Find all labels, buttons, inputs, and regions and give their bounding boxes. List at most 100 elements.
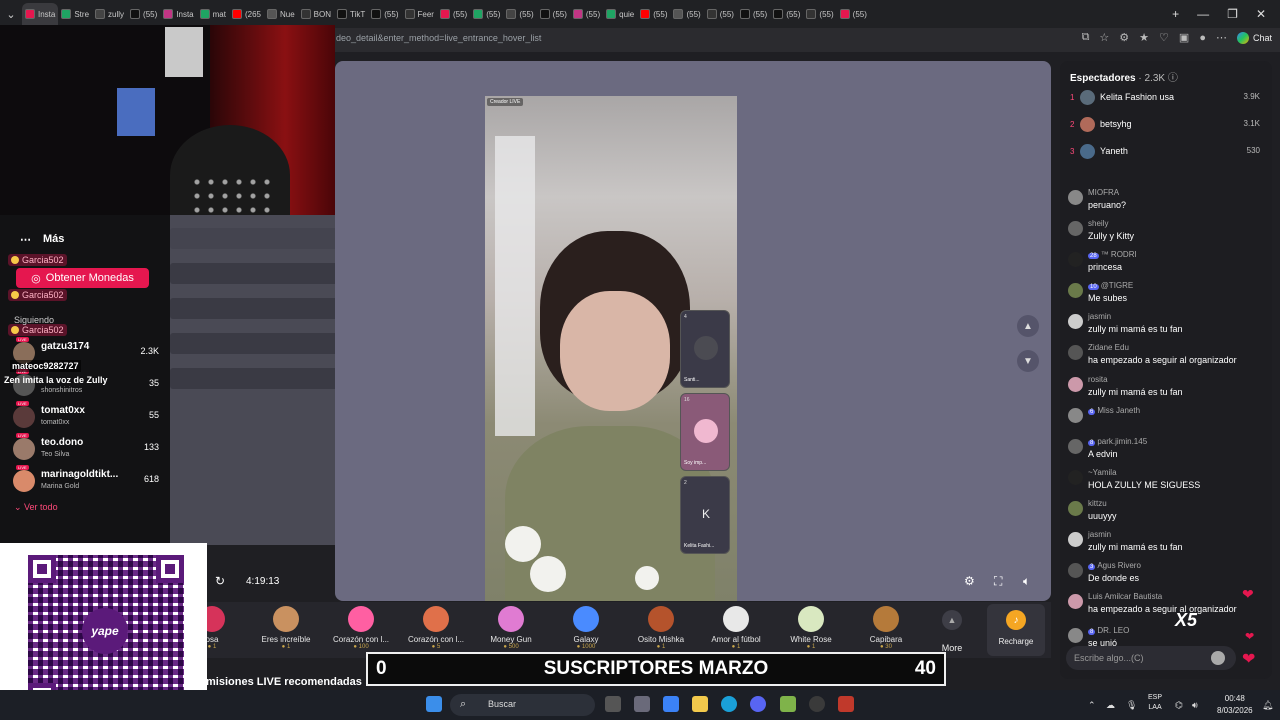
- refresh-icon[interactable]: ↻: [215, 574, 225, 588]
- info-icon[interactable]: ⓘ: [1168, 73, 1178, 84]
- emoji-icon[interactable]: [1211, 651, 1225, 665]
- chat-message[interactable]: 8 park.jimin.145 A edvin: [1066, 437, 1266, 465]
- widgets-icon[interactable]: [634, 696, 650, 712]
- previous-live-button[interactable]: ▲: [1017, 315, 1039, 337]
- collections-icon[interactable]: ▣: [1179, 31, 1189, 44]
- browser-tab[interactable]: (55): [537, 3, 570, 25]
- gift-item[interactable]: Osito Mishka ● 1: [621, 606, 701, 650]
- new-tab-icon[interactable]: +: [1172, 7, 1179, 21]
- more-icon[interactable]: ⋯: [1216, 31, 1227, 44]
- task-view-icon[interactable]: [605, 696, 621, 712]
- chat-message[interactable]: MIOFRA peruano?: [1066, 188, 1266, 216]
- browser-tab[interactable]: (265: [229, 3, 264, 25]
- gift-item[interactable]: Money Gun ● 500: [471, 606, 551, 650]
- volume-tray-icon[interactable]: 🔊︎: [1192, 700, 1198, 711]
- chat-message[interactable]: 10 @TIGRE Me subes: [1066, 281, 1266, 309]
- browser-tab[interactable]: Stre: [58, 3, 92, 25]
- chat-message[interactable]: jasmin zully mi mamá es tu fan: [1066, 530, 1266, 558]
- edge-icon[interactable]: [721, 696, 737, 712]
- browser-tab[interactable]: (55): [704, 3, 737, 25]
- guest-tile[interactable]: 16 Soy imp...: [680, 393, 730, 471]
- top-viewer-row[interactable]: 1 Kelita Fashion usa 3.9K: [1068, 89, 1264, 109]
- tiktok-studio-icon[interactable]: [838, 696, 854, 712]
- settings-icon[interactable]: ⚙: [964, 574, 975, 588]
- favorites-icon[interactable]: ★: [1139, 31, 1149, 44]
- chat-message[interactable]: 6 Miss Janeth: [1066, 406, 1266, 434]
- browser-tab[interactable]: (55): [837, 3, 870, 25]
- copilot-icon[interactable]: ♡: [1159, 31, 1169, 44]
- browser-tab[interactable]: zully: [92, 3, 127, 25]
- recharge-button[interactable]: ♪ Recharge: [987, 604, 1045, 656]
- chat-message[interactable]: Luis Amilcar Bautista ha empezado a segui…: [1066, 592, 1266, 620]
- browser-tab[interactable]: Insta: [22, 3, 59, 25]
- following-item[interactable]: LIVE teo.dono Teo Silva 133: [10, 433, 165, 464]
- browser-tab[interactable]: (55): [803, 3, 836, 25]
- top-viewer-row[interactable]: 3 Yaneth 530: [1068, 143, 1264, 163]
- url-text[interactable]: deo_detail&enter_method=live_entrance_ho…: [336, 33, 541, 43]
- gift-item[interactable]: Capibara ● 30: [846, 606, 926, 650]
- more-gifts-button[interactable]: ▲ More: [932, 606, 972, 653]
- browser-tab[interactable]: mat: [197, 3, 229, 25]
- browser-tab[interactable]: BON: [298, 3, 334, 25]
- volume-icon[interactable]: 🔈︎: [1023, 574, 1030, 589]
- browser-tab[interactable]: (55): [637, 3, 670, 25]
- windows-start-icon[interactable]: [426, 696, 442, 712]
- gift-item[interactable]: Eres increíble ● 1: [246, 606, 326, 650]
- browser-tab[interactable]: (55): [437, 3, 470, 25]
- chat-message[interactable]: rosita zully mi mamá es tu fan: [1066, 375, 1266, 403]
- more-menu-item[interactable]: ⋯ Más: [20, 233, 64, 246]
- top-viewer-row[interactable]: 2 betsyhg 3.1K: [1068, 116, 1264, 136]
- gift-item[interactable]: Amor al fútbol ● 1: [696, 606, 776, 650]
- following-item[interactable]: LIVE marinagoldtikt... Marina Gold 618: [10, 465, 165, 496]
- following-item[interactable]: LIVE tomat0xx tomat0xx 55: [10, 401, 165, 432]
- chat-message[interactable]: kittzu uuuyyy: [1066, 499, 1266, 527]
- game-app-icon[interactable]: [780, 696, 796, 712]
- close-window-icon[interactable]: ✕: [1256, 7, 1266, 21]
- gift-item[interactable]: Corazón con l... ● 100: [321, 606, 401, 650]
- tab-menu-icon[interactable]: ⌄: [0, 3, 22, 25]
- chat-button[interactable]: Chat: [1236, 31, 1272, 44]
- network-icon[interactable]: ⌬: [1175, 700, 1183, 711]
- maximize-icon[interactable]: ❐: [1227, 7, 1238, 21]
- tray-cloud-icon[interactable]: ☁: [1106, 700, 1115, 711]
- star-icon[interactable]: ☆: [1099, 31, 1109, 44]
- browser-tab[interactable]: (55): [770, 3, 803, 25]
- browser-tab[interactable]: (55): [737, 3, 770, 25]
- tray-mic-icon[interactable]: 🎙︎: [1126, 700, 1137, 711]
- browser-tab[interactable]: (55): [470, 3, 503, 25]
- minimize-icon[interactable]: —: [1197, 7, 1209, 21]
- chat-message[interactable]: ~Yamila HOLA ZULLY ME SIGUESS: [1066, 468, 1266, 496]
- like-heart-button[interactable]: ❤: [1242, 649, 1255, 669]
- chat-message[interactable]: Zidane Edu ha empezado a seguir al organi…: [1066, 343, 1266, 371]
- browser-tab[interactable]: (55): [368, 3, 401, 25]
- see-all-link[interactable]: ⌄ Ver todo: [14, 502, 58, 513]
- gift-item[interactable]: Corazón con l... ● 5: [396, 606, 476, 650]
- browser-tab[interactable]: (55): [570, 3, 603, 25]
- browser-tab[interactable]: (55): [670, 3, 703, 25]
- browser-tab[interactable]: (55): [503, 3, 536, 25]
- browser-tab[interactable]: TikT: [334, 3, 368, 25]
- system-clock[interactable]: 00:48 8/03/2026: [1217, 693, 1253, 717]
- browser-tab[interactable]: Nue: [264, 3, 298, 25]
- discord-icon[interactable]: [750, 696, 766, 712]
- chat-message[interactable]: 28 ™ RODRI princesa: [1066, 250, 1266, 278]
- guest-tile[interactable]: 2 K Kelita Fashi...: [680, 476, 730, 554]
- gift-item[interactable]: Galaxy ● 1000: [546, 606, 626, 650]
- tray-chevron-icon[interactable]: ⌃: [1088, 700, 1096, 711]
- open-app-icon[interactable]: ⧉: [1082, 31, 1090, 44]
- language-indicator[interactable]: ESP LAA: [1148, 693, 1162, 713]
- chat-message[interactable]: jasmin zully mi mamá es tu fan: [1066, 312, 1266, 340]
- get-coins-button[interactable]: ◎ Obtener Monedas: [16, 268, 149, 288]
- browser-tab[interactable]: (55): [127, 3, 160, 25]
- file-explorer-icon[interactable]: [692, 696, 708, 712]
- obs-icon[interactable]: [809, 696, 825, 712]
- chat-message[interactable]: 3 Agus Rivero De donde es: [1066, 561, 1266, 589]
- fullscreen-icon[interactable]: ⛶: [994, 574, 1002, 589]
- gift-item[interactable]: White Rose ● 1: [771, 606, 851, 650]
- guest-tile[interactable]: 4 Santi...: [680, 310, 730, 388]
- chat-message[interactable]: sheily Zully y Kitty: [1066, 219, 1266, 247]
- taskbar-search[interactable]: ⌕ Buscar: [450, 694, 595, 716]
- profile-icon[interactable]: ●: [1199, 32, 1206, 44]
- browser-tab[interactable]: quie: [603, 3, 637, 25]
- browser-tab[interactable]: Feer: [402, 3, 437, 25]
